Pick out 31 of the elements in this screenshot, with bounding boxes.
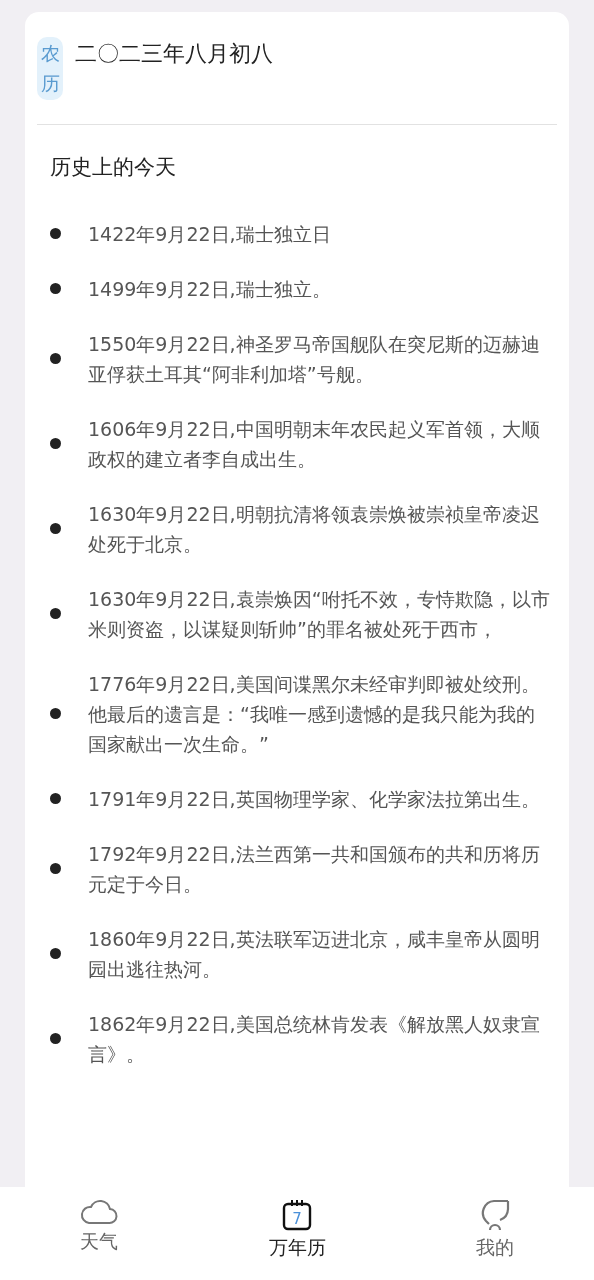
history-event: 1792年9月22日,法兰西第一共和国颁布的共和历将历元定于今日。 — [88, 841, 541, 897]
history-event: 1499年9月22日,瑞士独立。 — [88, 276, 332, 302]
person-outline-icon — [480, 1199, 510, 1231]
bullet-icon — [50, 608, 61, 620]
nav-tab[interactable]: 我的 — [396, 1187, 594, 1280]
bullet-icon — [50, 863, 61, 875]
section-title: 历史上的今天 — [50, 153, 177, 181]
history-event: 1776年9月22日,美国间谍黑尔未经审判即被处绞刑。他最后的遗言是：“我唯一感到遗憾的是我只能为我的国家献出一次生命。” — [88, 671, 541, 757]
bullet-icon — [50, 283, 61, 295]
lunar-badge: 农历 — [37, 37, 63, 100]
history-event: 1630年9月22日,明朝抗清将领袁崇焕被崇祯皇帝凌迟处死于北京。 — [88, 501, 541, 557]
calendar-icon: 7 — [282, 1199, 312, 1231]
bullet-icon — [50, 793, 61, 805]
bullet-icon — [50, 1033, 61, 1045]
nav-tab[interactable]: 7 万年历 — [198, 1187, 396, 1280]
nav-tab[interactable]: 天气 — [0, 1187, 198, 1280]
history-event: 1630年9月22日,袁崇焕因“咐托不效，专恃欺隐，以市米则资盗，以谋疑则斩帅”的罪名被处死于西市， — [88, 586, 550, 642]
history-event: 1422年9月22日,瑞士独立日 — [88, 221, 332, 247]
bullet-icon — [50, 708, 61, 720]
history-event: 1860年9月22日,英法联军迈进北京，咸丰皇帝从圆明园出逃往热河。 — [88, 926, 541, 982]
bullet-icon — [50, 438, 61, 450]
bullet-icon — [50, 523, 61, 535]
lunar-date: 二〇二三年八月初八 — [75, 40, 273, 68]
cloud-icon — [80, 1199, 118, 1225]
history-event: 1550年9月22日,神圣罗马帝国舰队在突尼斯的迈赫迪亚俘获土耳其“阿非利加塔”号舰。 — [88, 331, 541, 387]
history-event: 1791年9月22日,英国物理学家、化学家法拉第出生。 — [88, 786, 541, 812]
bullet-icon — [50, 948, 61, 960]
bullet-icon — [50, 353, 61, 365]
history-event: 1862年9月22日,美国总统林肯发表《解放黑人奴隶宣言》。 — [88, 1011, 541, 1067]
history-event: 1606年9月22日,中国明朝末年农民起义军首领，大顺政权的建立者李自成出生。 — [88, 416, 541, 472]
bullet-icon — [50, 228, 61, 240]
